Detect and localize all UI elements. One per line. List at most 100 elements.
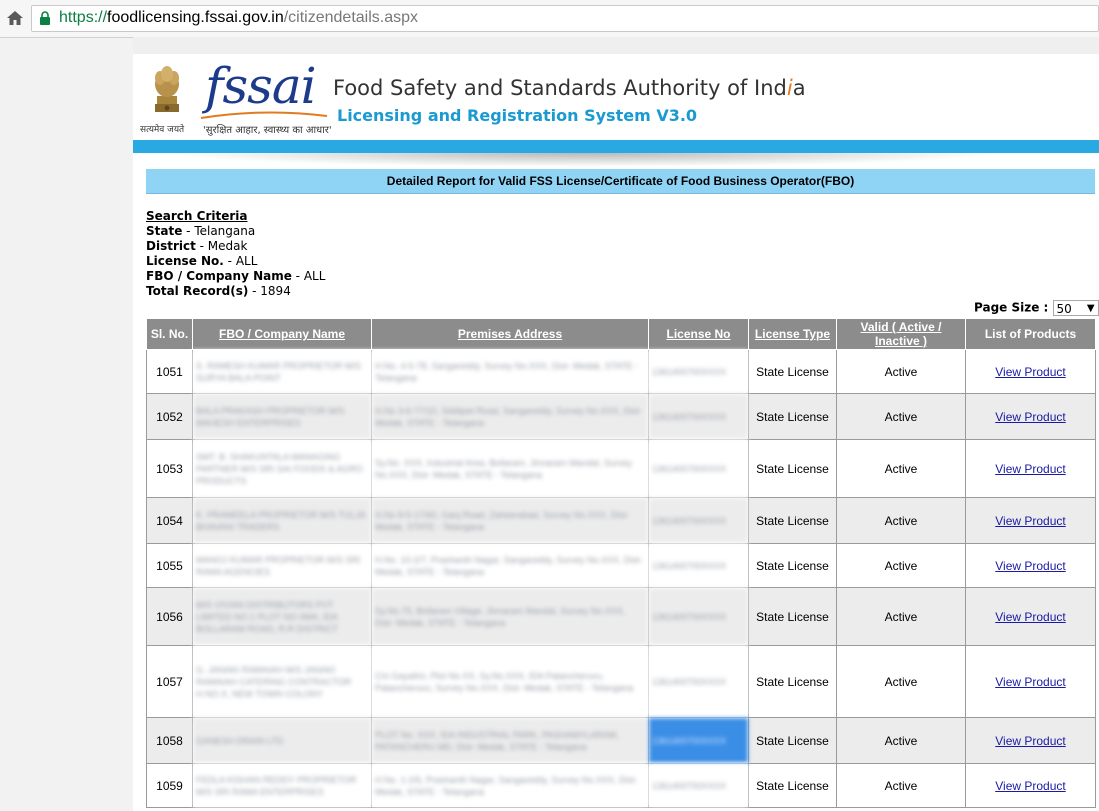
view-product-link[interactable]: View Product xyxy=(995,462,1065,476)
criteria-total-records: Total Record(s) - 1894 xyxy=(146,284,325,299)
cell-products: View Product xyxy=(965,439,1096,498)
site-header: सत्यमेव जयते fssai 'सुरक्षित आहार, स्वास… xyxy=(133,54,1099,140)
cell-products: View Product xyxy=(965,763,1096,808)
view-product-link[interactable]: View Product xyxy=(995,559,1065,573)
view-product-link[interactable]: View Product xyxy=(995,779,1065,793)
view-product-link[interactable]: View Product xyxy=(995,410,1065,424)
view-product-link[interactable]: View Product xyxy=(995,610,1065,624)
cell-company: BALA PRAKASH PROPRIETOR M/S MAHESH ENTER… xyxy=(192,393,372,440)
cell-status: Active xyxy=(836,439,966,498)
cell-license-type: State License xyxy=(748,497,837,544)
home-icon[interactable] xyxy=(6,9,24,27)
browser-address-bar: https://foodlicensing.fssai.gov.in/citiz… xyxy=(0,0,1099,38)
url-path: /citizendetails.aspx xyxy=(283,9,419,26)
report-title: Detailed Report for Valid FSS License/Ce… xyxy=(146,169,1095,194)
cell-company: SMT. B. SHAKUNTALA MANAGING PARTNER M/S … xyxy=(192,439,372,498)
table-row: 1055 MANOJ KUMAR PROPRIETOR M/S SRI RAMA… xyxy=(146,543,1096,588)
cell-products: View Product xyxy=(965,587,1096,646)
cell-status: Active xyxy=(836,645,966,718)
cell-license-no: 1361400700XXXX xyxy=(648,543,749,588)
cell-products: View Product xyxy=(965,393,1096,440)
table-row: 1054 K. PRAMEELA PROPRIETOR M/S TULJA BH… xyxy=(146,497,1096,544)
col-company-sort[interactable]: FBO / Company Name xyxy=(192,318,372,350)
cell-license-no: 1361400700XXXX xyxy=(648,393,749,440)
criteria-label: District xyxy=(146,239,196,253)
page-size-value: 50 xyxy=(1056,302,1072,316)
cell-sl-no: 1059 xyxy=(146,763,193,808)
cell-license-no: 1361400700XXXX xyxy=(648,763,749,808)
cell-status: Active xyxy=(836,763,966,808)
cell-status: Active xyxy=(836,349,966,394)
criteria-value: - ALL xyxy=(291,269,326,283)
url-field[interactable]: https://foodlicensing.fssai.gov.in/citiz… xyxy=(31,5,1099,32)
emblem-caption: सत्यमेव जयते xyxy=(140,125,185,135)
table-row: 1051 S. RAMESH KUMAR PROPRIETOR M/S SURY… xyxy=(146,349,1096,394)
org-name-main: Food Safety and Standards Authority of I… xyxy=(333,76,787,100)
cell-address: Sy.No.75, Bollaram Village, Jinnaram Man… xyxy=(371,587,649,646)
page-top-strip xyxy=(133,37,1099,54)
criteria-label: FBO / Company Name xyxy=(146,269,292,283)
url-text: https://foodlicensing.fssai.gov.in/citiz… xyxy=(59,9,418,27)
cell-company: G. JANAKI RAMAIAH M/S JANAKI RAMAIAH CAT… xyxy=(192,645,372,718)
cell-address: C/o Gayathri, Plot No.XX, Sy.No.XXX, IDA… xyxy=(371,645,649,718)
criteria-value: - 1894 xyxy=(248,284,291,298)
cell-status: Active xyxy=(836,543,966,588)
cell-license-no: 1361400700XXXX xyxy=(648,349,749,394)
page-size-control: Page Size : 50 ▼ xyxy=(974,300,1099,316)
view-product-link[interactable]: View Product xyxy=(995,734,1065,748)
cell-products: View Product xyxy=(965,645,1096,718)
view-product-link[interactable]: View Product xyxy=(995,365,1065,379)
license-table: Sl. No. FBO / Company Name Premises Addr… xyxy=(146,318,1096,808)
lock-icon xyxy=(40,11,50,25)
criteria-label: Total Record(s) xyxy=(146,284,249,298)
table-row: 1057 G. JANAKI RAMAIAH M/S JANAKI RAMAIA… xyxy=(146,645,1096,718)
page-size-label: Page Size : xyxy=(974,300,1049,315)
cell-status: Active xyxy=(836,393,966,440)
criteria-license-no: License No. - ALL xyxy=(146,254,325,269)
cell-sl-no: 1051 xyxy=(146,349,193,394)
cell-sl-no: 1052 xyxy=(146,393,193,440)
cell-company: K. PRAMEELA PROPRIETOR M/S TULJA BHAVANI… xyxy=(192,497,372,544)
cell-license-no: 1361400700XXXX xyxy=(648,587,749,646)
cell-company: MANOJ KUMAR PROPRIETOR M/S SRI RAMA AGEN… xyxy=(192,543,372,588)
cell-products: View Product xyxy=(965,717,1096,764)
cell-address: H.No. 10-2/7, Prashanth Nagar, Sangaredd… xyxy=(371,543,649,588)
cell-license-type: State License xyxy=(748,587,837,646)
cell-license-type: State License xyxy=(748,763,837,808)
dropdown-arrow-icon: ▼ xyxy=(1086,303,1095,314)
cell-sl-no: 1054 xyxy=(146,497,193,544)
col-address-sort[interactable]: Premises Address xyxy=(371,318,649,350)
cell-license-type: State License xyxy=(748,717,837,764)
system-name: Licensing and Registration System V3.0 xyxy=(337,106,698,125)
table-row: 1059 FEDLA KISHAN REDDY PROPRIETOR M/S S… xyxy=(146,763,1096,808)
cell-license-type: State License xyxy=(748,439,837,498)
cell-address: H.No. 1-2/6, Prashanth Nagar, Sangareddy… xyxy=(371,763,649,808)
page: सत्यमेव जयते fssai 'सुरक्षित आहार, स्वास… xyxy=(133,37,1099,811)
cell-address: H.No. 4-5-78, Sangareddy, Survey No.XXX,… xyxy=(371,349,649,394)
criteria-label: State xyxy=(146,224,183,238)
col-sl-no: Sl. No. xyxy=(146,318,193,350)
page-size-select[interactable]: 50 ▼ xyxy=(1052,300,1099,316)
cell-license-no: 1361400700XXXX xyxy=(648,439,749,498)
criteria-value: - ALL xyxy=(223,254,258,268)
cell-sl-no: 1053 xyxy=(146,439,193,498)
col-products: List of Products xyxy=(965,318,1096,350)
cell-sl-no: 1058 xyxy=(146,717,193,764)
cell-status: Active xyxy=(836,587,966,646)
logo-swoosh-icon xyxy=(200,111,328,119)
cell-license-type: State License xyxy=(748,393,837,440)
cell-address: PLOT No. XXX, IDA INDUSTRIAL PARK, PASHA… xyxy=(371,717,649,764)
cell-license-no: 1361400700XXXX xyxy=(648,497,749,544)
cell-license-type: State License xyxy=(748,645,837,718)
fssai-tagline: 'सुरक्षित आहार, स्वास्थ्य का आधार' xyxy=(203,125,332,136)
url-scheme: https:// xyxy=(59,9,108,26)
col-valid-sort[interactable]: Valid ( Active / Inactive ) xyxy=(836,318,966,350)
table-row: 1056 M/S VIVIAN DISTRIBUTORS PVT LIMITED… xyxy=(146,587,1096,646)
cell-products: View Product xyxy=(965,497,1096,544)
col-license-type-sort[interactable]: License Type xyxy=(748,318,837,350)
criteria-district: District - Medak xyxy=(146,239,325,254)
url-host: foodlicensing.fssai.gov.in xyxy=(107,9,284,26)
view-product-link[interactable]: View Product xyxy=(995,675,1065,689)
col-license-no-sort[interactable]: License No xyxy=(648,318,749,350)
view-product-link[interactable]: View Product xyxy=(995,514,1065,528)
